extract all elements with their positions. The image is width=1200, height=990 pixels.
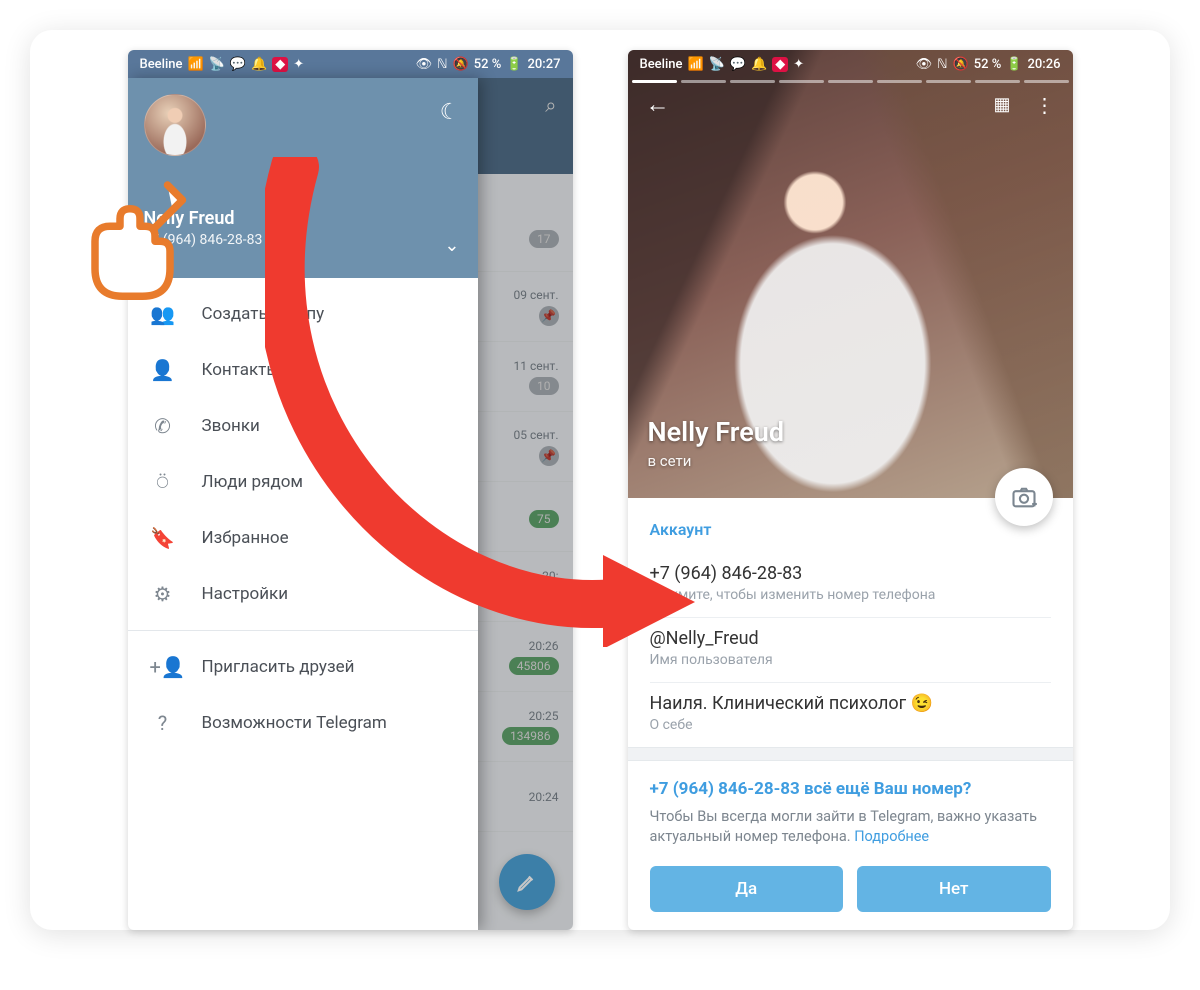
phone-row[interactable]: +7 (964) 846-28-83 Нажмите, чтобы измени… [650, 553, 1051, 618]
no-button[interactable]: Нет [857, 866, 1051, 912]
bookmark-icon: 🔖 [150, 526, 176, 550]
bio-hint: О себе [650, 717, 1051, 733]
pointer-hand-icon [70, 160, 220, 310]
wifi-icon: 📡 [209, 57, 225, 72]
account-section: Аккаунт +7 (964) 846-28-83 Нажмите, чтоб… [628, 498, 1073, 747]
battery-percent: 52 % [474, 57, 502, 72]
camera-icon [1010, 483, 1038, 511]
confirm-text: Чтобы Вы всегда могли зайти в Telegram, … [650, 807, 1051, 848]
help-icon: ? [150, 711, 176, 735]
yes-button[interactable]: Да [650, 866, 844, 912]
status-bar: Beeline 📶 📡 💬 🔔 ◆ ✦ 👁 ℕ 🔕 52 % 🔋 20:27 [128, 50, 573, 78]
username-value: @Nelly_Freud [650, 628, 1051, 649]
nfc-icon: ℕ [937, 57, 947, 72]
shield-icon: ◆ [772, 57, 788, 72]
confirm-text-body: Чтобы Вы всегда могли зайти в Telegram, … [650, 808, 1038, 845]
confirm-title: +7 (964) 846-28-83 всё ещё Ваш номер? [650, 779, 1051, 799]
phone-icon: ✆ [150, 414, 176, 438]
eye-icon: 👁 [916, 57, 933, 72]
phone-value: +7 (964) 846-28-83 [650, 563, 1051, 584]
change-photo-fab[interactable] [995, 468, 1053, 526]
profile-header: ← ▦ ⋮ Nelly Freud в сети [628, 50, 1073, 498]
wifi-icon: 📡 [709, 57, 725, 72]
button-label: Нет [939, 879, 969, 899]
menu-settings[interactable]: ⚙ Настройки [128, 566, 478, 622]
clock: 20:27 [528, 57, 561, 72]
add-person-icon: +👤 [150, 655, 176, 679]
night-mode-icon[interactable]: ☾ [440, 100, 460, 125]
menu-label: Звонки [202, 416, 260, 436]
chevron-down-icon[interactable]: ⌄ [444, 235, 459, 256]
bio-row[interactable]: Наиля. Клинический психолог 😉 О себе [650, 683, 1051, 747]
divider [128, 630, 478, 631]
menu-label: Люди рядом [202, 472, 304, 492]
mute-icon: 🔕 [453, 57, 469, 72]
section-gap [628, 747, 1073, 761]
chat-indicator-icon: 💬 [230, 57, 246, 72]
notification-icon: 🔔 [251, 57, 267, 72]
menu-invite[interactable]: +👤 Пригласить друзей [128, 639, 478, 695]
menu-contacts[interactable]: 👤 Контакты [128, 342, 478, 398]
more-icon[interactable]: ⋮ [1035, 93, 1055, 117]
username-row[interactable]: @Nelly_Freud Имя пользователя [650, 618, 1051, 683]
learn-more-link[interactable]: Подробнее [854, 828, 929, 845]
phone-screenshot-profile: Beeline 📶 📡 💬 🔔 ◆ ✦ 👁 ℕ 🔕 52 % 🔋 20:26 [628, 50, 1073, 930]
qr-icon[interactable]: ▦ [993, 94, 1008, 115]
nearby-icon: ⍥ [150, 470, 176, 494]
signal-icon: 📶 [687, 57, 703, 72]
sparkle-icon: ✦ [293, 57, 304, 72]
carrier-label: Beeline [140, 57, 183, 72]
sparkle-icon: ✦ [793, 57, 804, 72]
drawer-dim-overlay[interactable] [478, 78, 573, 930]
clock: 20:26 [1028, 57, 1061, 72]
menu-faq[interactable]: ? Возможности Telegram [128, 695, 478, 751]
signal-icon: 📶 [187, 57, 203, 72]
avatar[interactable] [144, 94, 206, 156]
button-label: Да [735, 879, 757, 899]
battery-percent: 52 % [974, 57, 1002, 72]
confirm-number-card: +7 (964) 846-28-83 всё ещё Ваш номер? Чт… [628, 761, 1073, 930]
back-icon[interactable]: ← [646, 90, 670, 119]
person-icon: 👤 [150, 358, 176, 382]
menu-label: Пригласить друзей [202, 657, 355, 677]
profile-status: в сети [648, 452, 785, 470]
menu-label: Настройки [202, 584, 289, 604]
carrier-label: Beeline [640, 57, 683, 72]
bio-value: Наиля. Клинический психолог 😉 [650, 693, 1051, 714]
username-hint: Имя пользователя [650, 652, 1051, 668]
menu-label: Возможности Telegram [202, 713, 387, 733]
drawer-menu: 👥Создать группу 👤Контакты ✆Звонки ⍥Люди … [128, 278, 478, 930]
gear-icon: ⚙ [150, 582, 176, 606]
nfc-icon: ℕ [437, 57, 447, 72]
shield-icon: ◆ [272, 57, 288, 72]
menu-label: Избранное [202, 528, 289, 548]
mute-icon: 🔕 [953, 57, 969, 72]
menu-saved[interactable]: 🔖 Избранное [128, 510, 478, 566]
battery-icon: 🔋 [506, 57, 522, 72]
menu-calls[interactable]: ✆ Звонки [128, 398, 478, 454]
menu-people-nearby[interactable]: ⍥ Люди рядом [128, 454, 478, 510]
eye-icon: 👁 [416, 57, 433, 72]
section-label: Аккаунт [650, 520, 1051, 539]
battery-icon: 🔋 [1006, 57, 1022, 72]
status-bar: Beeline 📶 📡 💬 🔔 ◆ ✦ 👁 ℕ 🔕 52 % 🔋 20:26 [628, 50, 1073, 78]
profile-name: Nelly Freud [648, 416, 785, 448]
menu-label: Контакты [202, 360, 280, 380]
chat-indicator-icon: 💬 [730, 57, 746, 72]
notification-icon: 🔔 [751, 57, 767, 72]
photo-indicator [628, 80, 1073, 84]
phone-hint: Нажмите, чтобы изменить номер телефона [650, 587, 1051, 603]
